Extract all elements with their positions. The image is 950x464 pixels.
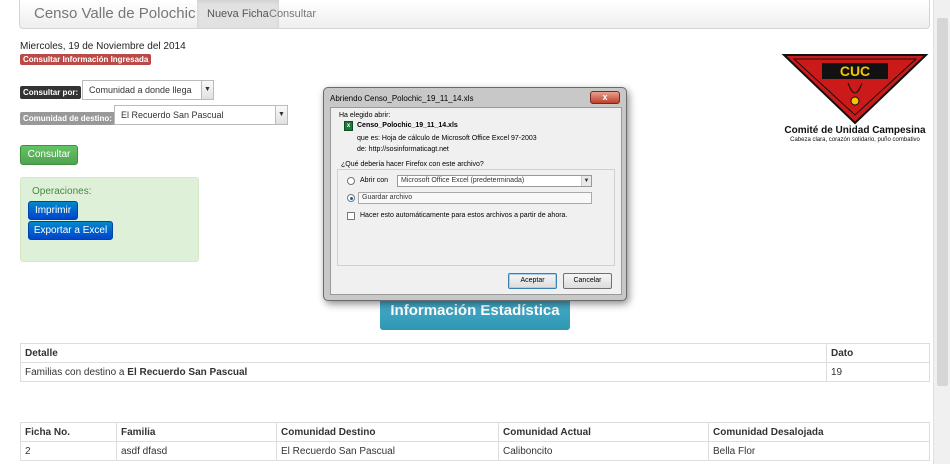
excel-file-icon: x [344, 121, 353, 131]
svg-text:CUC: CUC [840, 63, 870, 79]
auto-label: Hacer esto automáticamente para estos ar… [360, 212, 568, 219]
tab-consultar[interactable]: Consultar [259, 0, 326, 28]
navbar: Censo Valle de Polochic Nueva Ficha Cons… [19, 0, 930, 29]
page-scrollbar[interactable] [933, 0, 950, 464]
logo-subtitle: Cabeza clara, corazón solidario, puño co… [790, 137, 920, 143]
consultar-por-label: Consultar por: [20, 86, 82, 99]
accept-button[interactable]: Aceptar [508, 273, 557, 289]
table-row: Familias con destino a El Recuerdo San P… [20, 362, 930, 382]
chosen-label: Ha elegido abrir: [339, 112, 391, 119]
save-file-radio[interactable] [347, 194, 355, 202]
table-header: Comunidad Actual [498, 422, 709, 442]
current-date: Miercoles, 19 de Noviembre del 2014 [20, 41, 186, 52]
consultar-por-select[interactable]: Comunidad a donde llega ▼ [82, 80, 214, 100]
detalle-table: Detalle Dato Familias con destino a El R… [20, 343, 930, 382]
save-file-label: Guardar archivo [362, 194, 413, 201]
consultar-por-value: Comunidad a donde llega [89, 85, 192, 95]
file-source: de: http://sosinformaticagt.net [357, 146, 449, 153]
comunidad-destino-value: El Recuerdo San Pascual [121, 110, 224, 120]
table-cell: Familias con destino a El Recuerdo San P… [20, 362, 827, 382]
table-header: Ficha No. [20, 422, 117, 442]
comunidad-destino-select[interactable]: El Recuerdo San Pascual ▼ [114, 105, 288, 125]
file-type: que es: Hoja de cálculo de Microsoft Off… [357, 135, 537, 142]
table-header: Comunidad Desalojada [708, 422, 930, 442]
imprimir-button[interactable]: Imprimir [28, 201, 78, 220]
open-with-radio[interactable] [347, 177, 355, 185]
table-row[interactable]: 2 asdf dfasd El Recuerdo San Pascual Cal… [20, 441, 930, 461]
dialog-title: Abriendo Censo_Polochic_19_11_14.xls [330, 94, 474, 103]
cuc-logo-emblem: CUC [781, 54, 929, 125]
operaciones-panel: Operaciones: Imprimir Exportar a Excel [20, 177, 199, 262]
chevron-down-icon: ▼ [201, 81, 213, 99]
table-header: Familia [116, 422, 277, 442]
table-cell: asdf dfasd [116, 441, 277, 461]
open-with-app: Microsoft Office Excel (predeterminada) [401, 177, 525, 184]
auto-checkbox[interactable] [347, 212, 355, 220]
table-cell: El Recuerdo San Pascual [276, 441, 499, 461]
cuc-logo: CUC Comité de Unidad Campesina Cabeza cl… [780, 53, 930, 145]
table-cell: 2 [20, 441, 117, 461]
chevron-down-icon: ▼ [275, 106, 287, 124]
save-file-option[interactable]: Guardar archivo [358, 192, 592, 204]
chevron-down-icon: ▼ [581, 176, 591, 186]
consultar-button[interactable]: Consultar [20, 145, 78, 165]
table-cell: Caliboncito [498, 441, 709, 461]
comunidad-destino-label: Comunidad de destino: [20, 112, 115, 125]
scrollbar-thumb[interactable] [937, 18, 948, 386]
table-header: Dato [826, 343, 930, 363]
action-group: Abrir con Microsoft Office Excel (predet… [337, 169, 615, 266]
detalle-community: El Recuerdo San Pascual [127, 366, 248, 378]
consult-badge: Consultar Información Ingresada [20, 54, 152, 65]
cancel-button[interactable]: Cancelar [563, 273, 612, 289]
exportar-excel-button[interactable]: Exportar a Excel [28, 221, 113, 240]
table-header: Comunidad Destino [276, 422, 499, 442]
brand-title[interactable]: Censo Valle de Polochic [34, 5, 195, 22]
dialog-body: Ha elegido abrir: x Censo_Polochic_19_11… [330, 107, 622, 295]
open-with-label: Abrir con [360, 177, 389, 184]
table-header: Detalle [20, 343, 827, 363]
fichas-table: Ficha No. Familia Comunidad Destino Comu… [20, 422, 930, 461]
dialog-close-button[interactable]: x [590, 91, 620, 104]
logo-title: Comité de Unidad Campesina [784, 125, 926, 136]
operaciones-title: Operaciones: [32, 186, 92, 197]
table-cell: Bella Flor [708, 441, 930, 461]
file-name: Censo_Polochic_19_11_14.xls [357, 122, 458, 129]
download-dialog: Abriendo Censo_Polochic_19_11_14.xls x H… [323, 87, 627, 301]
detalle-prefix: Familias con destino a [25, 366, 128, 378]
action-question: ¿Qué debería hacer Firefox con este arch… [341, 161, 484, 168]
estadistica-button[interactable]: Información Estadística [380, 296, 570, 330]
open-with-select[interactable]: Microsoft Office Excel (predeterminada) … [397, 175, 592, 187]
table-cell: 19 [826, 362, 930, 382]
